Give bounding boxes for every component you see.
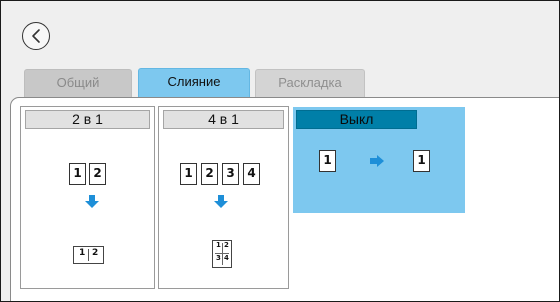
arrow-down-icon [214, 195, 228, 208]
option-2-in-1[interactable]: 2 в 1 1 2 1 2 [20, 106, 155, 289]
result-sheet: 1 2 [73, 246, 104, 264]
result-divider-v [222, 243, 223, 265]
option-off-label: Выкл [296, 110, 417, 129]
source-page-2: 2 [201, 163, 218, 185]
source-page-2: 2 [89, 163, 106, 185]
arrow-right-icon [370, 155, 384, 167]
option-2-in-1-label: 2 в 1 [25, 110, 150, 129]
tab-general[interactable]: Общий [24, 69, 132, 97]
merge-options-panel: 2 в 1 1 2 1 2 4 в 1 1 2 3 4 1 2 3 4 Выкл… [10, 97, 559, 301]
result-page: 1 [413, 150, 430, 172]
result-page-2: 2 [92, 248, 99, 258]
source-page-1: 1 [180, 163, 197, 185]
source-page-1: 1 [69, 163, 86, 185]
back-button[interactable] [22, 22, 50, 50]
result-page-1: 1 [216, 241, 221, 249]
chevron-left-icon [32, 29, 40, 43]
source-page-4: 4 [243, 163, 260, 185]
tab-layout[interactable]: Раскладка [255, 69, 365, 97]
result-page-2: 2 [224, 241, 229, 249]
result-divider [88, 249, 89, 261]
option-4-in-1[interactable]: 4 в 1 1 2 3 4 1 2 3 4 [158, 106, 289, 289]
tab-merge[interactable]: Слияние [138, 68, 250, 98]
result-page-3: 3 [216, 254, 221, 262]
result-page-4: 4 [224, 254, 229, 262]
source-page-3: 3 [222, 163, 239, 185]
screen: Общий Слияние Раскладка 2 в 1 1 2 1 2 4 … [0, 0, 560, 302]
arrow-down-icon [85, 195, 99, 208]
result-sheet: 1 2 3 4 [212, 240, 232, 268]
result-page-1: 1 [79, 248, 86, 258]
source-page: 1 [319, 150, 336, 172]
option-off[interactable]: Выкл 1 1 [293, 107, 465, 213]
option-4-in-1-label: 4 в 1 [163, 110, 284, 129]
